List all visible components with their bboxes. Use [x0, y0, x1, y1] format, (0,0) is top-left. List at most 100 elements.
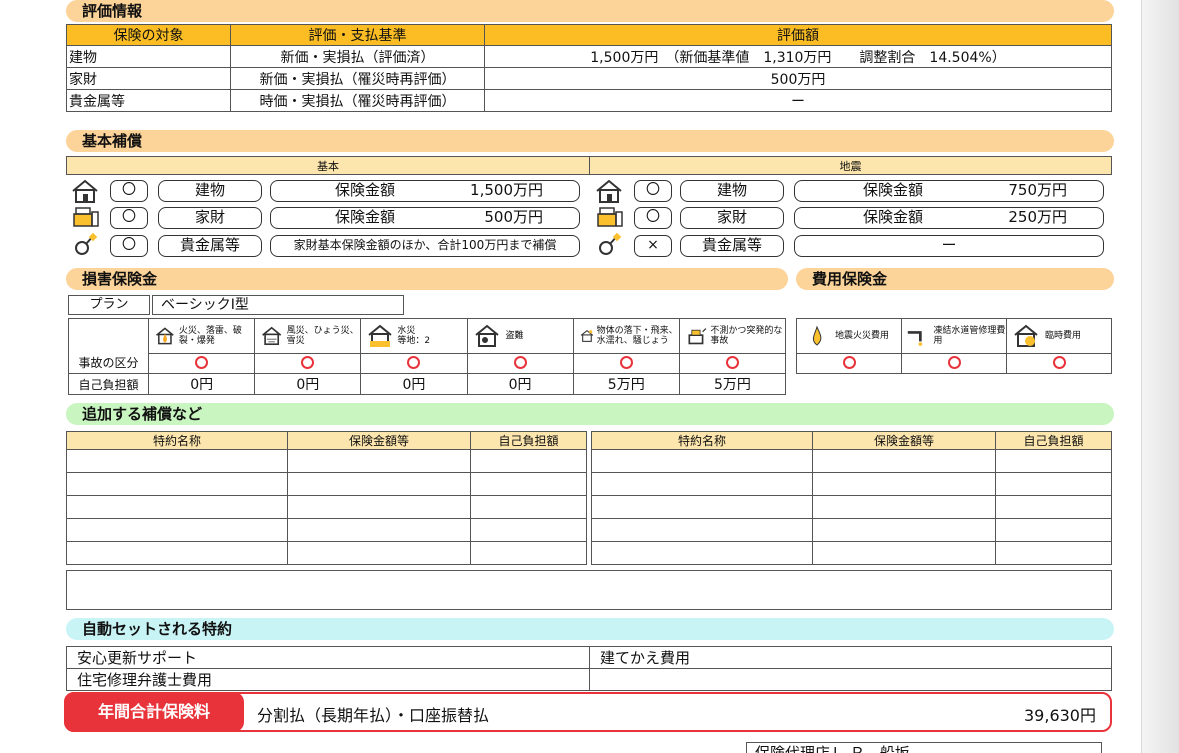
covered-circle-icon: [1052, 356, 1066, 369]
additional-cell: [287, 472, 471, 496]
basic-text-valuables: 家財基本保険金額のほか、合計100万円まで補償: [270, 235, 580, 257]
expense-label-quake-fire: 地震火災費用: [835, 331, 890, 341]
premium-method: 分割払（長期年払）・口座振替払: [257, 706, 490, 725]
damage-cat-fire-label: 火災、落雷、破裂・爆発: [178, 326, 242, 346]
additional-cell: [812, 449, 996, 473]
additional-cell: [470, 472, 587, 496]
quake-value-building: 750万円: [1008, 181, 1067, 199]
additional-cell: [812, 541, 996, 565]
basic-header-table: 基本 地震: [66, 156, 1112, 175]
damage-deductible-falling: 5万円: [572, 373, 680, 395]
additional-table-right: 特約名称 保険金額等 自己負担額: [591, 431, 1112, 565]
section-auto-title: 自動セットされる特約: [66, 618, 1114, 640]
section-basic-title: 基本補償: [66, 130, 1114, 152]
basic-label-building: 保険金額: [335, 181, 396, 199]
additional-cell: [470, 541, 587, 565]
quake-amount-contents: 保険金額 250万円: [794, 207, 1104, 229]
damage-cat-wind-label: 風災、ひょう災、雪災: [286, 326, 359, 346]
damage-cat-falling-label: 物体の落下・飛来、水濡れ、騒じょう: [596, 326, 678, 346]
damage-cat-theft-label: 盗難: [505, 331, 524, 341]
additional-cell: [812, 495, 996, 519]
additional-cell: [287, 449, 471, 473]
covered-circle-icon: [619, 356, 633, 369]
additional-cell: [995, 541, 1112, 565]
auto-table: 安心更新サポート 建てかえ費用 住宅修理弁護士費用: [66, 646, 1112, 691]
eval-header-amount: 評価額: [484, 24, 1112, 46]
damage-cat-flood-label: 水災 等地：2: [397, 326, 431, 346]
eval-target-building: 建物: [66, 45, 231, 68]
basic-mark-building: 〇: [110, 180, 148, 202]
expense-label-frozen-pipe: 凍結水道管修理費用: [933, 326, 1006, 346]
additional-cell: [470, 495, 587, 519]
damage-deductible-accident: 5万円: [678, 373, 787, 395]
additional-cell: [591, 518, 813, 542]
eval-header-target: 保険の対象: [66, 24, 231, 46]
additional-cell: [591, 472, 813, 496]
plan-label: プラン: [68, 295, 150, 315]
additional-table-left: 特約名称 保険金額等 自己負担額: [66, 431, 587, 565]
quake-item-building: 建物: [680, 180, 784, 202]
damage-mark-theft: [466, 353, 574, 374]
auto-right-0: 建てかえ費用: [589, 646, 1112, 669]
basic-mark-valuables: 〇: [110, 235, 148, 257]
basic-label-contents: 保険金額: [335, 208, 396, 226]
damage-cat-falling: 物体の落下・飛来、水濡れ、騒じょう: [572, 318, 680, 354]
covered-circle-icon: [725, 356, 739, 369]
expense-mark-temporary: [1006, 353, 1112, 374]
basic-item-valuables: 貴金属等: [158, 235, 262, 257]
additional-cell: [812, 518, 996, 542]
quake-label-building: 保険金額: [863, 181, 924, 199]
covered-circle-icon: [195, 356, 209, 369]
quake-amount-building: 保険金額 750万円: [794, 180, 1104, 202]
section-additional-title: 追加する補償など: [66, 403, 1114, 425]
covered-circle-icon: [301, 356, 315, 369]
page-edge-shadow: [1141, 0, 1179, 753]
additional-notes-box: [66, 570, 1112, 610]
additional-cell: [66, 518, 288, 542]
quake-item-valuables: 貴金属等: [680, 235, 784, 257]
additional-cell: [812, 472, 996, 496]
additional-cell: [591, 449, 813, 473]
basic-amount-building: 保険金額 1,500万円: [270, 180, 580, 202]
additional-cell: [995, 518, 1112, 542]
expense-frozen-pipe: 凍結水道管修理費用: [901, 318, 1007, 354]
section-damage-title: 損害保険金: [66, 268, 788, 290]
additional-right-header-name: 特約名称: [591, 431, 813, 450]
quake-building-icon: [596, 179, 622, 203]
auto-left-1: 住宅修理弁護士費用: [66, 668, 590, 691]
eval-amount-contents: 500万円: [484, 67, 1112, 90]
damage-table: 事故の区分 火災、落雷、破裂・爆発 風災、ひょう災、雪災 水災 等地：2 盗難 …: [67, 318, 787, 395]
additional-cell: [66, 449, 288, 473]
additional-cell: [470, 449, 587, 473]
covered-circle-icon: [947, 356, 961, 369]
eval-basis-contents: 新価・実損払（罹災時再評価）: [230, 67, 485, 90]
eval-header-basis: 評価・支払基準: [230, 24, 485, 46]
additional-right-header-amount: 保険金額等: [812, 431, 996, 450]
basic-value-building: 1,500万円: [470, 181, 543, 199]
expense-temporary: 臨時費用: [1006, 318, 1112, 354]
damage-cat-accident: 不測かつ突発的な事故: [678, 318, 787, 354]
building-house-icon: [72, 179, 98, 203]
additional-cell: [995, 472, 1112, 496]
damage-deductible-label: 自己負担額: [67, 373, 150, 395]
additional-cell: [591, 541, 813, 565]
quake-mark-valuables: ×: [634, 235, 672, 257]
additional-left-header-amount: 保険金額等: [287, 431, 471, 450]
basic-col-basic: 基本: [66, 156, 590, 175]
damage-mark-accident: [678, 353, 787, 374]
agency-box: 保険代理店Ｌ.Ｒ 船坂: [746, 742, 1102, 753]
additional-left-header-deductible: 自己負担額: [470, 431, 587, 450]
fire-house-icon: [156, 327, 174, 345]
eval-basis-valuables: 時価・実損払（罹災時再評価）: [230, 89, 485, 112]
falling-object-icon: [580, 329, 593, 342]
quake-text-valuables: ー: [794, 235, 1104, 257]
section-eval-title: 評価情報: [66, 0, 1114, 22]
covered-circle-icon: [842, 356, 856, 369]
eval-table: 保険の対象 評価・支払基準 評価額 建物 新価・実損払（評価済） 1,500万円…: [66, 24, 1112, 112]
damage-cat-fire: 火災、落雷、破裂・爆発: [148, 318, 256, 354]
damage-cat-wind: 風災、ひょう災、雪災: [254, 318, 362, 354]
additional-cell: [66, 541, 288, 565]
eval-amount-valuables: ー: [484, 89, 1112, 112]
expense-label-temporary: 臨時費用: [1045, 331, 1082, 341]
basic-value-contents: 500万円: [484, 208, 543, 226]
